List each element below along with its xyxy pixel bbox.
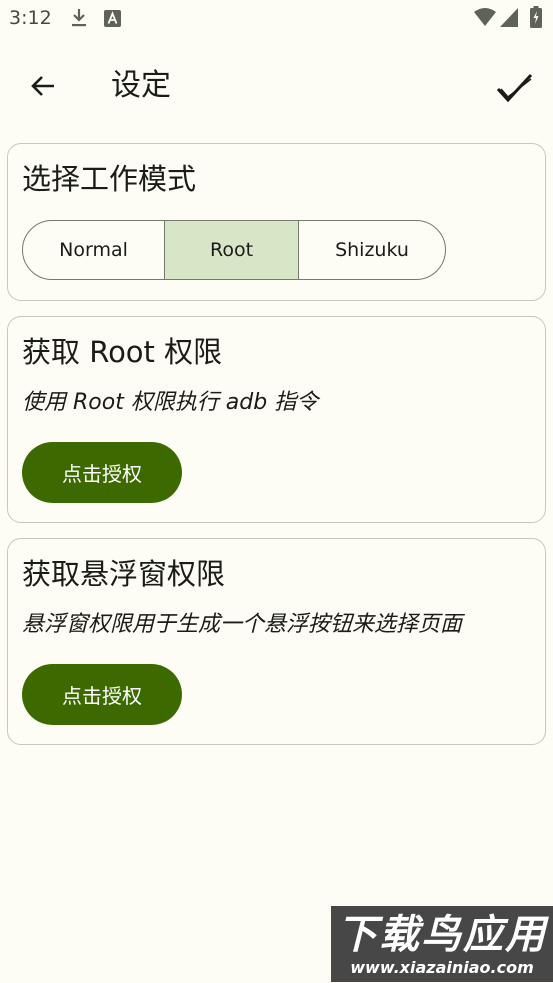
watermark-main-text: 下载鸟应用 (337, 912, 547, 958)
work-mode-title: 选择工作模式 (22, 162, 197, 196)
mode-option-root[interactable]: Root (165, 221, 299, 279)
mode-option-shizuku[interactable]: Shizuku (299, 221, 445, 279)
battery-icon (530, 6, 542, 28)
status-bar: 3:12 (0, 0, 553, 38)
app-bar: 设定 (0, 38, 553, 138)
signal-icon (500, 8, 518, 27)
arrow-left-icon (31, 76, 54, 96)
overlay-grant-button[interactable]: 点击授权 (22, 664, 182, 725)
overlay-permission-title: 获取悬浮窗权限 (22, 557, 226, 591)
mode-segmented-control: Normal Root Shizuku (22, 220, 446, 280)
watermark-url-text: www.xiazainiao.com (350, 958, 534, 977)
overlay-permission-description: 悬浮窗权限用于生成一个悬浮按钮来选择页面 (22, 612, 463, 637)
root-grant-button[interactable]: 点击授权 (22, 442, 182, 503)
page-title: 设定 (111, 68, 171, 103)
work-mode-card: 选择工作模式 Normal Root Shizuku (7, 143, 546, 301)
confirm-button[interactable] (493, 66, 537, 110)
overlay-permission-card: 获取悬浮窗权限 悬浮窗权限用于生成一个悬浮按钮来选择页面 点击授权 (7, 538, 546, 745)
root-permission-card: 获取 Root 权限 使用 Root 权限执行 adb 指令 点击授权 (7, 316, 546, 523)
check-icon (496, 73, 533, 103)
wifi-icon (474, 8, 496, 26)
root-permission-description: 使用 Root 权限执行 adb 指令 (22, 390, 319, 415)
root-permission-title: 获取 Root 权限 (22, 335, 223, 369)
download-icon (72, 9, 86, 27)
mode-option-normal[interactable]: Normal (23, 221, 165, 279)
status-time: 3:12 (9, 7, 52, 29)
watermark-logo: 下载鸟应用 www.xiazainiao.com (331, 906, 553, 982)
settings-screen: 3:12 设定 选择工作模式 Normal Root Shizuku 获取 Ro… (0, 0, 553, 983)
a-icon (104, 10, 121, 27)
back-button[interactable] (23, 66, 63, 106)
